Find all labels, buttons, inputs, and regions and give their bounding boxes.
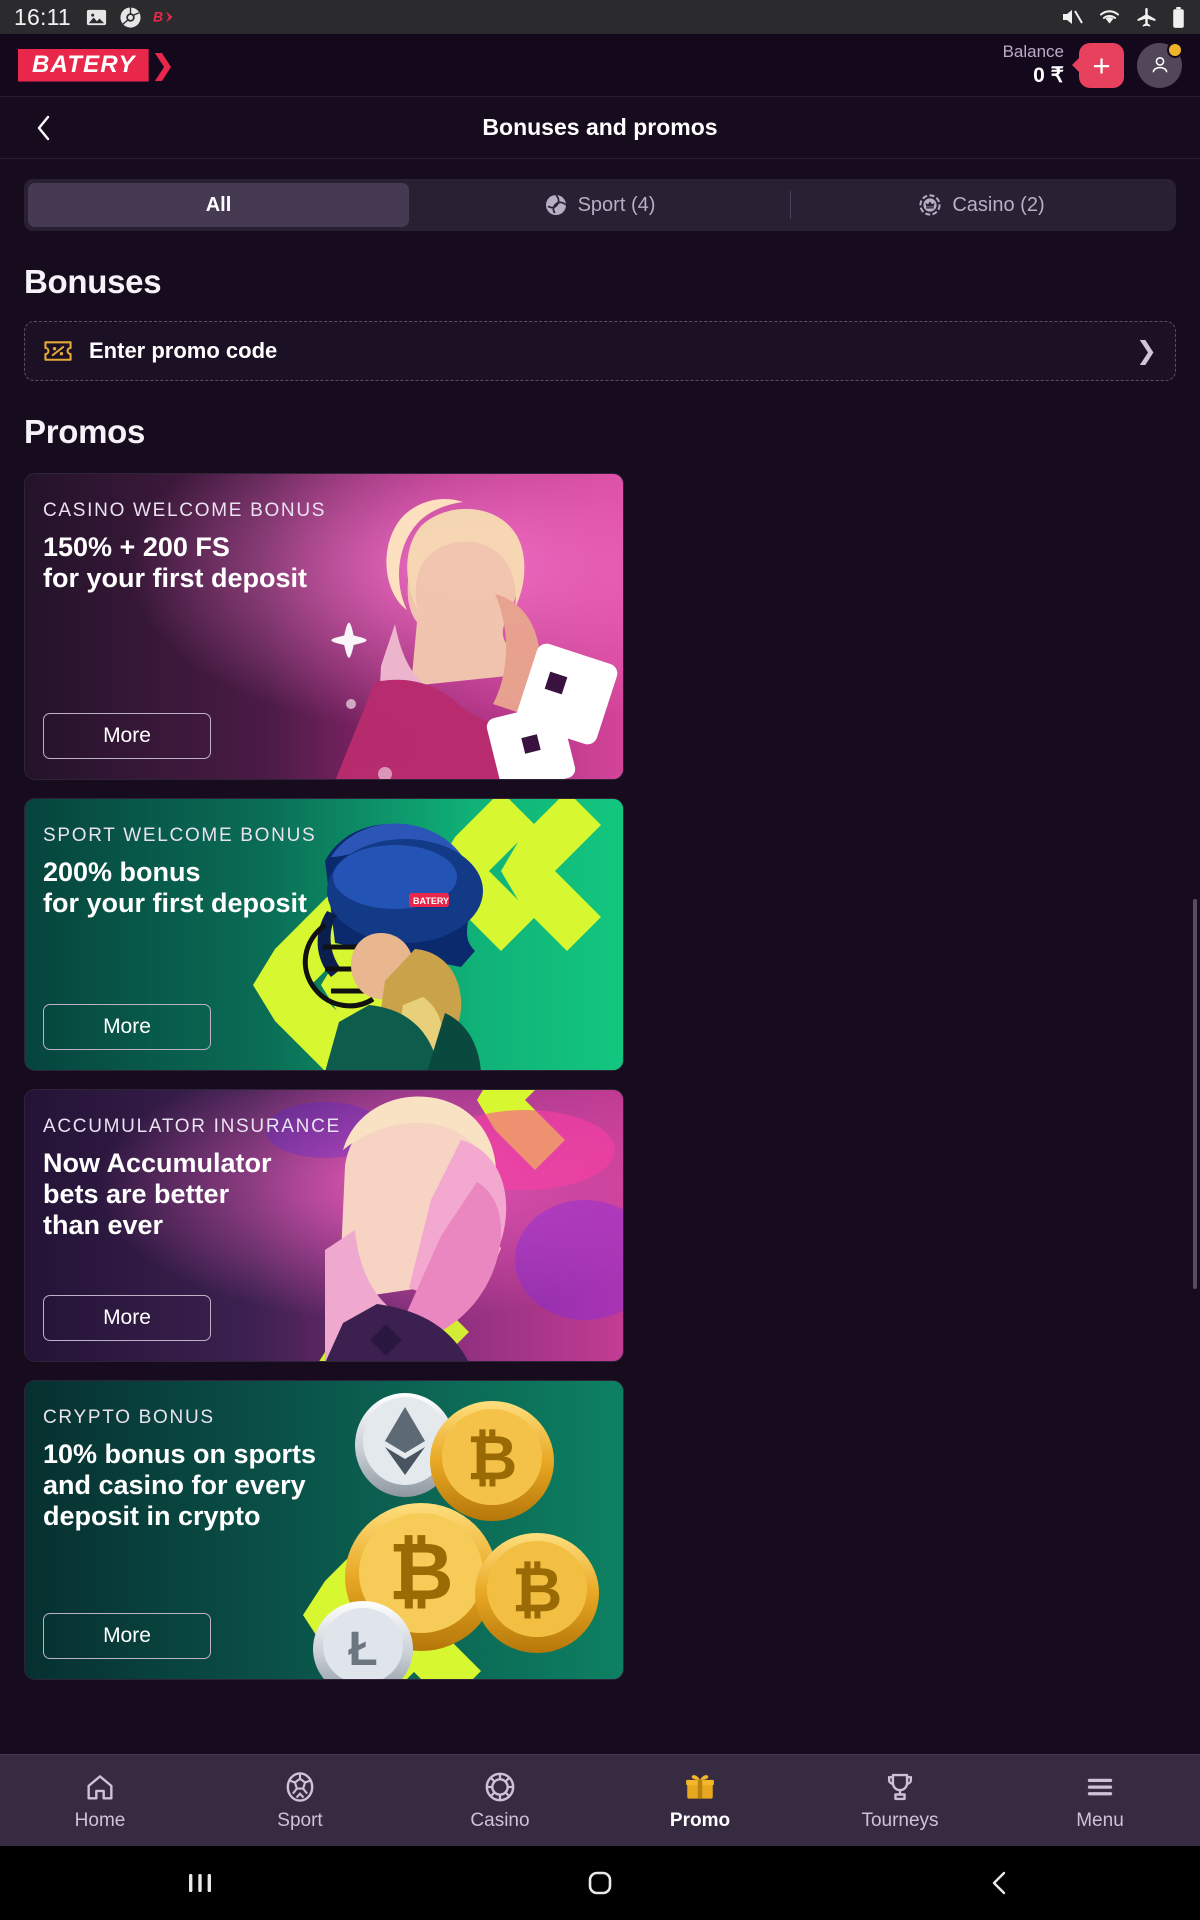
promo-card-more-button[interactable]: More [43, 1004, 211, 1050]
svg-text:₿: ₿ [512, 1556, 563, 1625]
balance-label: Balance [1002, 42, 1064, 62]
avatar[interactable] [1137, 41, 1183, 88]
promo-card-kicker: ACCUMULATOR INSURANCE [43, 1116, 341, 1137]
nav-item-tourneys-label: Tourneys [861, 1809, 939, 1831]
promo-card-sport-welcome-bonus[interactable]: BATERY SPORT WELCOME BONUS 200% bonus fo… [24, 798, 624, 1071]
batery-app-icon: B [153, 9, 173, 25]
enter-promo-code-row[interactable]: Enter promo code ❯ [24, 321, 1176, 381]
android-system-navbar [0, 1846, 1200, 1920]
chevron-right-icon: ❯ [1136, 337, 1157, 365]
nav-item-menu-label: Menu [1076, 1809, 1124, 1831]
wifi-icon [1099, 10, 1120, 24]
promo-card-title: 10% bonus on sports and casino for every… [43, 1439, 317, 1532]
sport-ball-icon [545, 194, 567, 215]
nav-item-casino-label: Casino [470, 1809, 530, 1831]
promo-card-more-button[interactable]: More [43, 713, 211, 759]
hamburger-menu-icon [1087, 1778, 1113, 1795]
ticket-percent-icon [44, 341, 72, 361]
filter-tabs: All Sport (4) Casino (2) [24, 179, 1176, 231]
gallery-icon [86, 9, 106, 25]
gift-icon [686, 1774, 714, 1799]
promo-card-more-label: More [103, 1306, 151, 1329]
svg-text:₿: ₿ [388, 1527, 453, 1616]
airplane-mode-icon [1137, 7, 1156, 27]
nav-item-home[interactable]: Home [0, 1770, 200, 1832]
promo-card-kicker: CASINO WELCOME BONUS [43, 500, 327, 521]
balance-area: Balance 0 ₹ + [1003, 41, 1183, 88]
brand-logo-text: BATERY [32, 51, 136, 78]
promo-card-crypto-bonus[interactable]: ₿ ₿ ₿ Ł CRYPTO BONUS 10% bonus on sports… [24, 1380, 624, 1680]
nav-item-tourneys[interactable]: Tourneys [800, 1770, 1000, 1832]
promo-card-list: CASINO WELCOME BONUS 150% + 200 FS for y… [0, 473, 1200, 1680]
promo-card-kicker: SPORT WELCOME BONUS [43, 825, 317, 846]
mute-icon [1063, 10, 1083, 24]
chrome-icon [120, 6, 141, 28]
svg-text:Ł: Ł [348, 1623, 377, 1676]
casino-chip-icon [485, 1772, 515, 1801]
content-scrollbar[interactable] [1193, 899, 1197, 1289]
promo-card-more-button[interactable]: More [43, 1613, 211, 1659]
promo-card-more-label: More [103, 724, 151, 747]
chevron-left-icon [37, 115, 50, 140]
brand-logo-badge: BATERY [18, 48, 149, 82]
page-title: Bonuses and promos [482, 114, 718, 140]
trophy-icon [887, 1773, 913, 1800]
status-right-icons [1060, 5, 1186, 29]
battery-icon [1173, 6, 1184, 28]
nav-item-promo[interactable]: Promo [600, 1770, 800, 1832]
promo-card-casino-welcome-bonus[interactable]: CASINO WELCOME BONUS 150% + 200 FS for y… [24, 473, 624, 780]
status-left-icons: B [85, 6, 181, 29]
user-avatar-icon [1152, 56, 1167, 73]
recents-button[interactable] [140, 1846, 260, 1920]
home-circle-icon [588, 1871, 612, 1895]
recents-icon [189, 1874, 211, 1892]
balance-block[interactable]: Balance 0 ₹ [1003, 42, 1064, 88]
home-button[interactable] [540, 1846, 660, 1920]
promo-card-kicker: CRYPTO BONUS [43, 1407, 215, 1428]
tab-casino[interactable]: Casino (2) [791, 183, 1172, 227]
brand-logo-arrow-icon: ❯ [151, 49, 175, 80]
brand-logo[interactable]: BATERY ❯ [18, 48, 175, 82]
back-chevron-icon [992, 1871, 1006, 1895]
promos-section-title: Promos [24, 413, 146, 450]
promo-card-title: 200% bonus for your first deposit [43, 857, 308, 919]
promo-card-title: 150% + 200 FS for your first deposit [43, 532, 308, 594]
system-status-bar: 16:11 B [0, 0, 1200, 34]
plus-icon: + [1092, 47, 1111, 83]
promo-card-more-button[interactable]: More [43, 1295, 211, 1341]
nav-item-sport[interactable]: Sport [200, 1770, 400, 1832]
svg-text:B: B [153, 9, 163, 25]
status-time: 16:11 [14, 3, 71, 30]
tab-sport-label: Sport (4) [577, 193, 656, 216]
promo-card-more-label: More [103, 1015, 151, 1038]
tab-casino-label: Casino (2) [952, 193, 1045, 216]
deposit-button[interactable]: + [1079, 42, 1124, 88]
bottom-navigation: Home Sport Casino Promo Tourneys Menu [0, 1754, 1200, 1846]
nav-item-sport-label: Sport [277, 1809, 323, 1831]
nav-item-menu[interactable]: Menu [1000, 1770, 1200, 1832]
avatar-notification-badge [1167, 41, 1183, 58]
page-titlebar: Bonuses and promos [0, 96, 1200, 159]
nav-item-promo-label: Promo [669, 1809, 731, 1831]
nav-item-casino[interactable]: Casino [400, 1770, 600, 1832]
system-back-button[interactable] [940, 1846, 1060, 1920]
enter-promo-code-label: Enter promo code [89, 338, 278, 363]
page-content: All Sport (4) Casino (2) Bonuses Enter p… [0, 159, 1200, 1754]
home-icon [87, 1774, 113, 1800]
tab-all[interactable]: All [28, 183, 409, 227]
tab-sport[interactable]: Sport (4) [409, 183, 790, 227]
balance-value: 0 ₹ [1033, 63, 1064, 87]
app-screen: 16:11 B BATERY ❯ Balance 0 ₹ + Bonuses a… [0, 0, 1200, 1920]
promo-card-title: Now Accumulator bets are better than eve… [43, 1148, 272, 1241]
app-header: BATERY ❯ Balance 0 ₹ + [0, 34, 1200, 96]
bonuses-section-title: Bonuses [24, 263, 162, 300]
tab-all-label: All [205, 193, 232, 216]
promo-card-accumulator-insurance[interactable]: ACCUMULATOR INSURANCE Now Accumulator be… [24, 1089, 624, 1362]
casino-chip-crown-icon [919, 194, 941, 216]
promo-card-more-label: More [103, 1624, 151, 1647]
nav-item-home-label: Home [74, 1809, 126, 1831]
soccer-ball-icon [286, 1771, 314, 1802]
back-button[interactable] [20, 97, 68, 158]
